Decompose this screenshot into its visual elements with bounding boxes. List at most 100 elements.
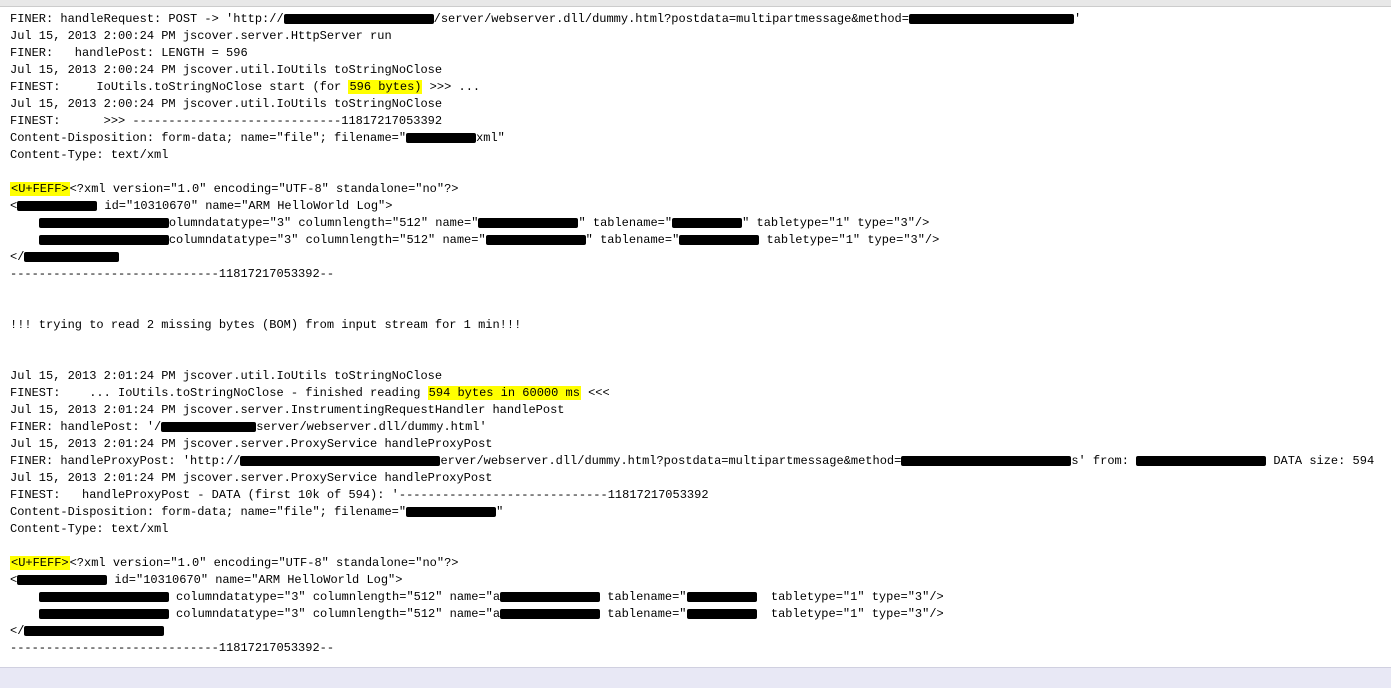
log-line: olumndatatype="3" columnlength="512" nam… — [10, 215, 1381, 232]
log-text: xml" — [476, 131, 505, 145]
log-text: tabletype="1" type="3"/> — [757, 607, 944, 621]
log-text: <<< — [581, 386, 610, 400]
log-text: Content-Disposition: form-data; name="fi… — [10, 131, 406, 145]
log-line: columndatatype="3" columnlength="512" na… — [10, 232, 1381, 249]
log-text: /server/webserver.dll/dummy.html?postdat… — [434, 12, 909, 26]
log-line: FINEST: handleProxyPost - DATA (first 10… — [10, 487, 1381, 504]
log-line: < id="10310670" name="ARM HelloWorld Log… — [10, 198, 1381, 215]
log-text: </ — [10, 250, 24, 264]
log-line: Jul 15, 2013 2:00:24 PM jscover.util.IoU… — [10, 62, 1381, 79]
log-line — [10, 351, 1381, 368]
log-line: Content-Type: text/xml — [10, 147, 1381, 164]
redaction-bar — [406, 133, 476, 143]
log-text: <?xml version="1.0" encoding="UTF-8" sta… — [70, 182, 459, 196]
log-line: <U+FEFF><?xml version="1.0" encoding="UT… — [10, 181, 1381, 198]
log-text — [10, 216, 39, 230]
log-text: olumndatatype="3" columnlength="512" nam… — [169, 216, 479, 230]
redaction-bar — [17, 201, 97, 211]
highlight: 594 bytes in 60000 ms — [428, 386, 581, 400]
log-line: FINEST: ... IoUtils.toStringNoClose - fi… — [10, 385, 1381, 402]
log-text: DATA size: 594 — [1266, 454, 1374, 468]
log-text: FINER: handleProxyPost: 'http:// — [10, 454, 240, 468]
redaction-bar — [39, 218, 169, 228]
log-text: tablename=" — [600, 607, 686, 621]
redaction-bar — [240, 456, 440, 466]
redaction-bar — [17, 575, 107, 585]
redaction-bar — [486, 235, 586, 245]
log-text — [10, 607, 39, 621]
log-line — [10, 283, 1381, 300]
log-text — [10, 233, 39, 247]
log-line: Jul 15, 2013 2:01:24 PM jscover.server.I… — [10, 402, 1381, 419]
log-text: FINEST: ... IoUtils.toStringNoClose - fi… — [10, 386, 428, 400]
log-text: tablename=" — [600, 590, 686, 604]
log-text: ' — [1074, 12, 1081, 26]
redaction-bar — [687, 609, 757, 619]
log-line: FINER: handleRequest: POST -> 'http:///s… — [10, 11, 1381, 28]
log-line: FINER: handleProxyPost: 'http:// erver/we… — [10, 453, 1381, 470]
log-line: < id="10310670" name="ARM HelloWorld Log… — [10, 572, 1381, 589]
highlight: <U+FEFF> — [10, 556, 70, 570]
log-line: Content-Type: text/xml — [10, 521, 1381, 538]
redaction-bar — [901, 456, 1071, 466]
log-line: FINEST: IoUtils.toStringNoClose start (f… — [10, 79, 1381, 96]
log-text: erver/webserver.dll/dummy.html?postdata=… — [440, 454, 901, 468]
log-line: <U+FEFF><?xml version="1.0" encoding="UT… — [10, 555, 1381, 572]
log-text: id="10310670" name="ARM HelloWorld Log"> — [107, 573, 402, 587]
log-line: Content-Disposition: form-data; name="fi… — [10, 504, 1381, 521]
log-text: " tabletype="1" type="3"/> — [742, 216, 929, 230]
redaction-bar — [909, 14, 1074, 24]
log-line: Jul 15, 2013 2:00:24 PM jscover.server.H… — [10, 28, 1381, 45]
window-top-border — [0, 0, 1391, 7]
log-text: FINEST: IoUtils.toStringNoClose start (f… — [10, 80, 348, 94]
log-text: " — [496, 505, 503, 519]
log-text: </ — [10, 624, 24, 638]
log-text — [10, 590, 39, 604]
log-text: <?xml version="1.0" encoding="UTF-8" sta… — [70, 556, 459, 570]
redaction-bar — [478, 218, 578, 228]
redaction-bar — [284, 14, 434, 24]
log-line: FINEST: >>> ----------------------------… — [10, 113, 1381, 130]
log-text: < — [10, 199, 17, 213]
log-text: server/webserver.dll/dummy.html' — [256, 420, 486, 434]
log-line: columndatatype="3" columnlength="512" na… — [10, 589, 1381, 606]
redaction-bar — [161, 422, 256, 432]
redaction-bar — [687, 592, 757, 602]
log-line — [10, 164, 1381, 181]
redaction-bar — [500, 592, 600, 602]
log-text: < — [10, 573, 17, 587]
log-line: -----------------------------11817217053… — [10, 266, 1381, 283]
log-line: Jul 15, 2013 2:01:24 PM jscover.server.P… — [10, 436, 1381, 453]
log-line: Jul 15, 2013 2:01:24 PM jscover.util.IoU… — [10, 368, 1381, 385]
redaction-bar — [24, 252, 119, 262]
redaction-bar — [1136, 456, 1266, 466]
redaction-bar — [39, 592, 169, 602]
log-line: !!! trying to read 2 missing bytes (BOM)… — [10, 317, 1381, 334]
log-text: columndatatype="3" columnlength="512" na… — [169, 233, 486, 247]
log-text: Content-Disposition: form-data; name="fi… — [10, 505, 406, 519]
log-line: Content-Disposition: form-data; name="fi… — [10, 130, 1381, 147]
log-text: >>> ... — [422, 80, 480, 94]
redaction-bar — [406, 507, 496, 517]
redaction-bar — [24, 626, 164, 636]
log-line: -----------------------------11817217053… — [10, 640, 1381, 657]
log-text: tabletype="1" type="3"/> — [759, 233, 939, 247]
log-text: s' from: — [1071, 454, 1136, 468]
log-text: tabletype="1" type="3"/> — [757, 590, 944, 604]
log-line: columndatatype="3" columnlength="512" na… — [10, 606, 1381, 623]
log-line: FINER: handlePost: LENGTH = 596 — [10, 45, 1381, 62]
log-line: </ — [10, 623, 1381, 640]
log-text: columndatatype="3" columnlength="512" na… — [169, 590, 500, 604]
log-text: " tablename=" — [586, 233, 680, 247]
redaction-bar — [39, 235, 169, 245]
log-text: " tablename=" — [578, 216, 672, 230]
log-line — [10, 538, 1381, 555]
log-line: Jul 15, 2013 2:01:24 PM jscover.server.P… — [10, 470, 1381, 487]
redaction-bar — [672, 218, 742, 228]
log-line: </ — [10, 249, 1381, 266]
log-text: id="10310670" name="ARM HelloWorld Log"> — [97, 199, 392, 213]
highlight: 596 bytes) — [348, 80, 422, 94]
redaction-bar — [39, 609, 169, 619]
highlight: <U+FEFF> — [10, 182, 70, 196]
log-line — [10, 300, 1381, 317]
